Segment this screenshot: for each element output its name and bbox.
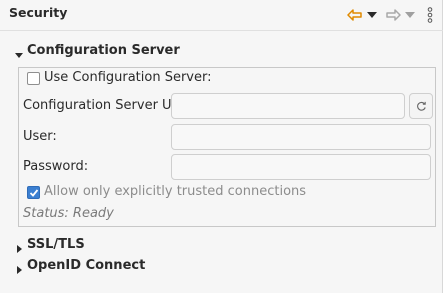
- refresh-icon: [416, 97, 427, 116]
- title-divider: [0, 30, 443, 31]
- password-label: Password:: [23, 159, 89, 174]
- section-label: SSL/TLS: [27, 236, 85, 252]
- trusted-connections-checkbox[interactable]: [27, 186, 40, 199]
- chevron-right-icon: [14, 239, 24, 253]
- section-label: OpenID Connect: [27, 257, 146, 273]
- section-label: Configuration Server: [27, 42, 180, 58]
- page-title: Security: [9, 5, 68, 20]
- password-field[interactable]: [171, 154, 431, 180]
- section-ssl-tls[interactable]: SSL/TLS: [14, 235, 85, 253]
- title-bar: Security: [0, 0, 443, 30]
- user-label: User:: [23, 129, 57, 144]
- trusted-connections-label: Allow only explicitly trusted connection…: [44, 184, 307, 199]
- chevron-right-icon: [14, 260, 24, 274]
- refresh-button[interactable]: [409, 93, 433, 119]
- forward-history-dropdown[interactable]: [404, 6, 416, 24]
- section-configuration-server[interactable]: Configuration Server: [14, 41, 180, 59]
- dropdown-triangle-icon: [405, 12, 415, 18]
- back-history-dropdown[interactable]: [366, 6, 378, 24]
- status-text: Status: Ready: [23, 206, 114, 221]
- forward-button[interactable]: [384, 6, 402, 24]
- section-openid-connect[interactable]: OpenID Connect: [14, 256, 145, 274]
- server-url-label: Configuration Server URL:: [23, 98, 193, 113]
- security-preferences-page: Security Configuration Server Use Config…: [0, 0, 443, 293]
- more-vertical-icon: [427, 7, 433, 23]
- arrow-left-icon: [347, 9, 363, 21]
- chevron-down-icon: [14, 45, 24, 58]
- user-field[interactable]: [171, 124, 431, 150]
- dropdown-triangle-icon: [367, 12, 377, 18]
- back-button[interactable]: [346, 6, 364, 24]
- use-configuration-server-label: Use Configuration Server:: [44, 70, 212, 85]
- arrow-right-icon: [385, 9, 401, 21]
- use-configuration-server-checkbox[interactable]: [27, 72, 40, 85]
- server-url-field[interactable]: [171, 93, 405, 119]
- more-menu-button[interactable]: [424, 6, 436, 24]
